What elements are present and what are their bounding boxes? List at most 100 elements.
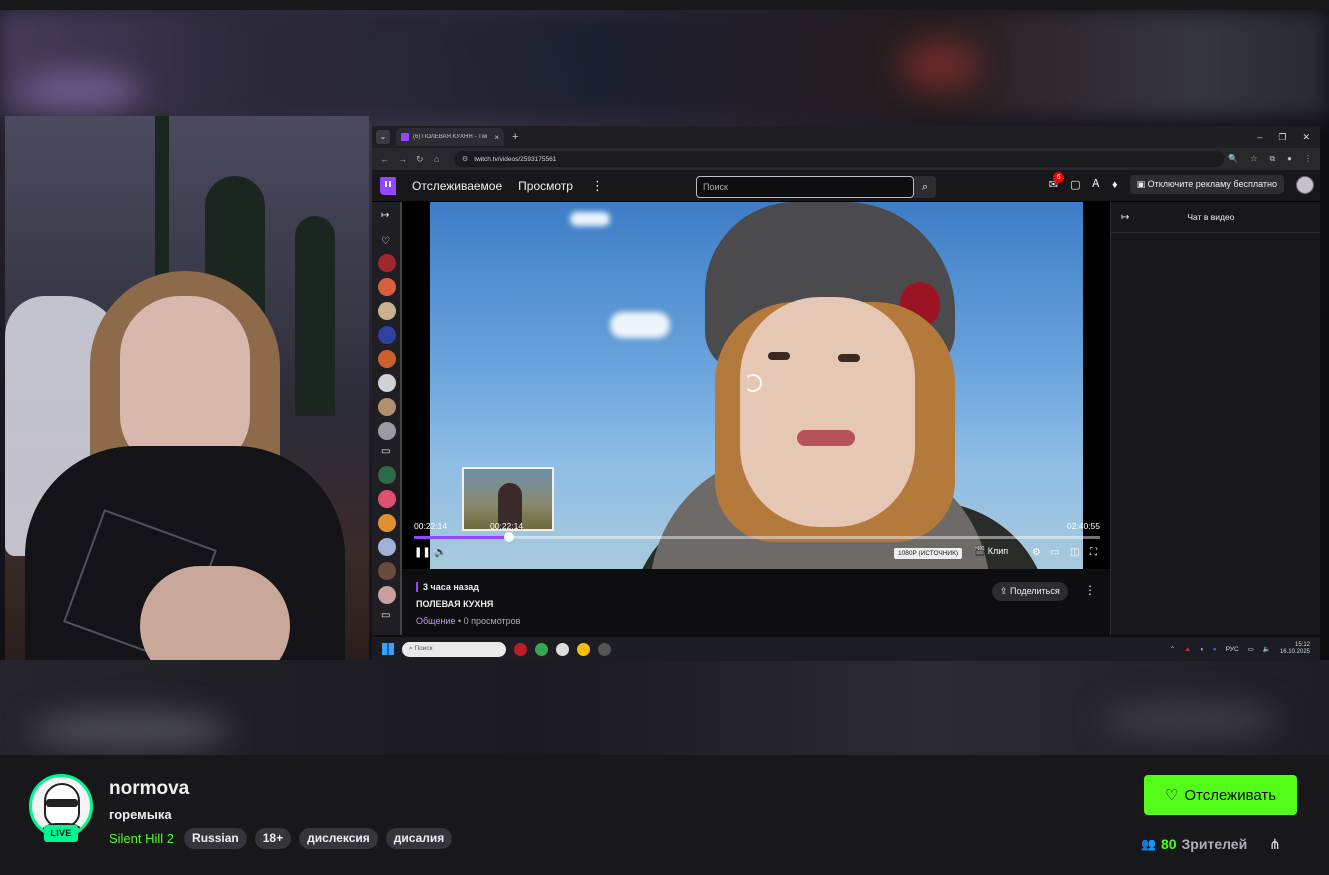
expand-rail-icon[interactable]: ↦ [381, 210, 389, 221]
tray-app-icon[interactable]: ● [1213, 646, 1217, 653]
seek-handle[interactable] [503, 532, 514, 542]
clip-label: Клип [987, 546, 1009, 556]
follow-button[interactable]: ♡ Отслеживать [1144, 775, 1297, 815]
reload-icon[interactable]: ↻ [416, 154, 426, 165]
theatre-mode-icon[interactable]: ▭ [1050, 547, 1059, 558]
streamer-knee [140, 566, 290, 660]
twitch-search-input[interactable]: Поиск [696, 176, 914, 198]
input-language[interactable]: РУС [1226, 646, 1239, 653]
vod-lips [797, 430, 855, 446]
channel-avatar[interactable] [378, 374, 396, 392]
bits-icon[interactable]: ♦ [1112, 179, 1118, 191]
stream-video[interactable]: ⌄ (6) ПОЛЕВАЯ КУХНЯ - Тwi × + – ❐ ✕ ← → … [0, 10, 1329, 755]
browser-menu-icon[interactable]: ⋮ [1304, 154, 1312, 164]
vod-more-icon[interactable]: ⋮ [1084, 583, 1096, 597]
pause-icon[interactable]: ❚❚ [414, 547, 431, 558]
new-tab-button[interactable]: + [512, 131, 518, 143]
browser-toolbar-icons: 🔍 ☆ ⧉ ● ⋮ [1228, 154, 1320, 164]
tag-dyslalia[interactable]: дисалия [385, 828, 453, 849]
channel-avatar[interactable] [378, 422, 396, 440]
more-menu-icon[interactable]: ⋮ [591, 178, 604, 194]
cloud [610, 312, 670, 338]
address-bar[interactable]: ⚙ twitch.tv/videos/2593175561 [454, 151, 1224, 167]
speaker-icon[interactable]: 🔈 [1263, 645, 1271, 653]
vod-info: 3 часа назад ПОЛЕВАЯ КУХНЯ Общение • 0 п… [402, 569, 1110, 635]
collapse-chat-icon[interactable]: ↦ [1121, 212, 1129, 223]
search-icon[interactable]: ⌕ [914, 176, 936, 198]
user-avatar[interactable] [1296, 175, 1314, 194]
windows-start-icon[interactable] [382, 643, 394, 655]
blurred-background-top [0, 10, 1329, 118]
site-info-icon[interactable]: ⚙ [462, 155, 468, 163]
channel-avatar[interactable] [378, 490, 396, 508]
disable-ads-button[interactable]: ▣ Отключите рекламу бесплатно [1129, 175, 1284, 194]
tag-18plus[interactable]: 18+ [254, 828, 292, 849]
current-time: 00:22:14 [414, 521, 448, 531]
viewers-icon: 👥 [1141, 837, 1156, 851]
video-camera-icon: ▭ [381, 610, 391, 621]
taskbar-clock[interactable]: 15:12 16.10.2025 [1280, 642, 1310, 656]
channel-avatar[interactable] [378, 466, 396, 484]
channel-avatar[interactable] [378, 254, 396, 272]
tray-audio-device-icon[interactable]: ◖ [1200, 646, 1204, 653]
nav-browse[interactable]: Просмотр [518, 179, 573, 193]
volume-icon[interactable]: 🔈 [434, 547, 446, 558]
nav-following[interactable]: Отслеживаемое [412, 179, 502, 193]
forward-icon[interactable]: → [398, 154, 408, 164]
channel-avatar[interactable] [378, 326, 396, 344]
blurred-blob [1100, 700, 1280, 740]
home-icon[interactable]: ⌂ [434, 154, 444, 164]
network-icon[interactable]: ▭ [1248, 645, 1254, 653]
minimize-icon[interactable]: – [1257, 132, 1262, 143]
taskbar-search[interactable]: ⌕ Поиск [402, 641, 506, 657]
translate-icon[interactable]: Ꭺ [1093, 178, 1100, 191]
stream-title: горемыка [109, 807, 172, 822]
vod-player[interactable]: 00:22:14 00:22:14 02:40:55 ❚❚ 🔈 1080P (И… [402, 202, 1110, 569]
browser-tab[interactable]: (6) ПОЛЕВАЯ КУХНЯ - Тwi × [396, 128, 504, 146]
channel-avatar[interactable] [378, 562, 396, 580]
channel-avatar[interactable] [378, 302, 396, 320]
quality-badge[interactable]: 1080P (ИСТОЧНИК) [894, 548, 963, 559]
share-button[interactable]: ⇪ Поделиться [992, 582, 1068, 601]
clip-button[interactable]: 🎬 Клип [974, 546, 1008, 557]
channel-avatar[interactable] [378, 514, 396, 532]
sidebar-toggle-icon[interactable]: ◫ [1070, 547, 1079, 558]
close-window-icon[interactable]: ✕ [1302, 132, 1310, 143]
maximize-icon[interactable]: ❐ [1278, 132, 1286, 143]
heart-outline-icon: ♡ [1164, 787, 1179, 804]
settings-icon[interactable]: ⚙ [1032, 547, 1041, 558]
vod-category-link[interactable]: Общение [416, 616, 455, 626]
game-link[interactable]: Silent Hill 2 [109, 831, 174, 846]
share-channel-icon[interactable]: ⋔ [1269, 836, 1281, 853]
whispers-icon[interactable]: ▢ [1070, 178, 1080, 191]
chat-title: Чат в видео [1187, 212, 1235, 222]
seek-preview-time: 00:22:14 [490, 521, 524, 531]
twitch-logo-icon[interactable] [380, 176, 396, 195]
tab-list-dropdown[interactable]: ⌄ [376, 130, 390, 144]
channel-avatar[interactable] [378, 350, 396, 368]
obs-icon[interactable] [598, 642, 611, 656]
seek-bar[interactable] [414, 532, 1100, 542]
channel-avatar[interactable] [378, 278, 396, 296]
channel-avatar[interactable] [378, 398, 396, 416]
chrome-active-icon[interactable] [577, 642, 590, 656]
avatar-drawing-glasses [46, 799, 78, 807]
fullscreen-icon[interactable]: ⛶ [1090, 547, 1097, 558]
yandex-browser-icon[interactable] [514, 642, 527, 656]
tag-russian[interactable]: Russian [184, 828, 247, 849]
tag-dyslexia[interactable]: дислексия [299, 828, 378, 849]
tab-close-icon[interactable]: × [494, 133, 499, 142]
bookmark-star-icon[interactable]: ☆ [1250, 154, 1257, 164]
tray-warning-icon[interactable]: ▲ [1184, 646, 1190, 653]
back-icon[interactable]: ← [380, 154, 390, 164]
app-icon[interactable] [556, 642, 569, 656]
channel-avatar[interactable] [378, 586, 396, 604]
extensions-icon[interactable]: ⧉ [1269, 154, 1275, 164]
chrome-icon[interactable] [535, 642, 548, 656]
inbox-icon[interactable]: ✉ 6 [1049, 172, 1065, 191]
tray-chevron-icon[interactable]: ⌃ [1170, 645, 1175, 653]
channel-avatar[interactable] [378, 538, 396, 556]
channel-name[interactable]: normova [109, 778, 189, 800]
zoom-icon[interactable]: 🔍 [1228, 154, 1238, 164]
profile-icon[interactable]: ● [1287, 154, 1292, 164]
